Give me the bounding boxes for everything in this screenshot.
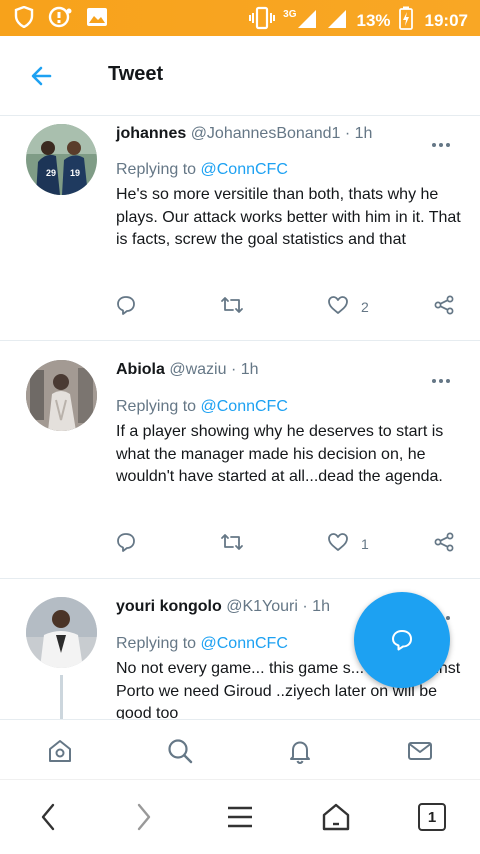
tweet-item[interactable]: Abiola @waziu · 1h Replying to @ConnCFC … <box>0 342 480 579</box>
share-icon <box>433 532 455 557</box>
tweet-actions: 2 <box>0 294 480 320</box>
avatar[interactable] <box>26 360 97 431</box>
battery-charging-icon <box>398 6 413 35</box>
retweet-button[interactable] <box>220 294 244 320</box>
replying-to-link[interactable]: @ConnCFC <box>201 161 288 178</box>
clock-time: 19:07 <box>424 10 468 30</box>
vibrate-icon <box>249 6 276 35</box>
page-title: Tweet <box>108 63 164 85</box>
avatar[interactable]: 29 19 <box>26 124 97 195</box>
status-bar: 3G 13% 19:07 <box>0 0 480 36</box>
avatar[interactable] <box>26 597 97 668</box>
author-name[interactable]: Abiola <box>116 361 165 378</box>
like-count: 2 <box>361 299 369 315</box>
share-icon <box>433 295 455 320</box>
browser-toolbar: 1 <box>0 779 480 854</box>
browser-back-icon[interactable] <box>36 800 60 834</box>
tab-count: 1 <box>418 803 446 831</box>
replying-to-label: Replying to <box>116 635 197 652</box>
notification-icon <box>48 6 72 33</box>
home-icon[interactable] <box>46 737 74 765</box>
replying-to: Replying to @ConnCFC <box>116 398 288 416</box>
search-icon[interactable] <box>166 737 194 765</box>
notifications-bell-icon[interactable] <box>286 737 314 765</box>
separator-dot: · <box>302 598 308 615</box>
signal-icon <box>296 7 318 34</box>
app-header: Tweet <box>0 36 480 116</box>
replying-to: Replying to @ConnCFC <box>116 161 288 179</box>
retweet-icon <box>220 532 244 557</box>
tweet-header: Abiola @waziu · 1h <box>116 361 259 379</box>
tweet-item[interactable]: 29 19 johannes @JohannesBonand1 · 1h Rep… <box>0 117 480 341</box>
shield-icon <box>14 5 34 33</box>
reply-icon <box>116 295 136 320</box>
tweet-actions: 1 <box>0 531 480 557</box>
replying-to-label: Replying to <box>116 161 197 178</box>
author-name[interactable]: johannes <box>116 125 186 142</box>
tweet-time: 1h <box>312 598 330 615</box>
image-icon <box>86 7 108 32</box>
author-handle[interactable]: @waziu <box>169 361 226 378</box>
tweet-header: youri kongolo @K1Youri · 1h <box>116 598 330 616</box>
more-options-icon[interactable] <box>432 370 454 383</box>
share-button[interactable] <box>433 531 455 557</box>
messages-mail-icon[interactable] <box>406 737 434 765</box>
bottom-navigation <box>0 719 480 779</box>
reply-button[interactable] <box>116 294 136 320</box>
like-button[interactable]: 1 <box>327 531 369 557</box>
browser-menu-icon[interactable] <box>226 800 254 834</box>
reply-icon <box>116 532 136 557</box>
share-button[interactable] <box>433 294 455 320</box>
compose-reply-button[interactable] <box>354 592 450 688</box>
separator-dot: · <box>230 361 237 378</box>
svg-text:29: 29 <box>46 168 56 178</box>
back-arrow-icon[interactable] <box>26 62 56 90</box>
browser-forward-icon[interactable] <box>132 800 156 834</box>
like-button[interactable]: 2 <box>327 294 369 320</box>
reply-button[interactable] <box>116 531 136 557</box>
replying-to-link[interactable]: @ConnCFC <box>201 635 288 652</box>
heart-icon <box>327 295 349 320</box>
tweet-text: He's so more versitile than both, thats … <box>116 186 461 248</box>
replying-to-label: Replying to <box>116 398 197 415</box>
tweet-text: If a player showing why he deserves to s… <box>116 423 444 485</box>
tweet-header: johannes @JohannesBonand1 · 1h <box>116 125 372 143</box>
retweet-icon <box>220 295 244 320</box>
replying-to-link[interactable]: @ConnCFC <box>201 398 288 415</box>
like-count: 1 <box>361 536 369 552</box>
network-type-label: 3G <box>283 9 297 20</box>
author-handle[interactable]: @JohannesBonand1 <box>191 125 341 142</box>
author-name[interactable]: youri kongolo <box>116 598 222 615</box>
battery-percent: 13% <box>356 10 391 30</box>
retweet-button[interactable] <box>220 531 244 557</box>
tweet-time: 1h <box>240 361 259 378</box>
heart-icon <box>327 532 349 557</box>
svg-text:19: 19 <box>70 168 80 178</box>
more-options-icon[interactable] <box>432 134 454 147</box>
replying-to: Replying to @ConnCFC <box>116 635 288 653</box>
browser-home-icon[interactable] <box>320 800 352 834</box>
tweet-time: 1h <box>354 125 373 142</box>
author-handle[interactable]: @K1Youri <box>226 598 298 615</box>
browser-tabs-button[interactable]: 1 <box>416 800 448 834</box>
signal-2-icon <box>326 7 348 34</box>
thread-line <box>60 675 63 719</box>
separator-dot: · <box>344 125 351 142</box>
